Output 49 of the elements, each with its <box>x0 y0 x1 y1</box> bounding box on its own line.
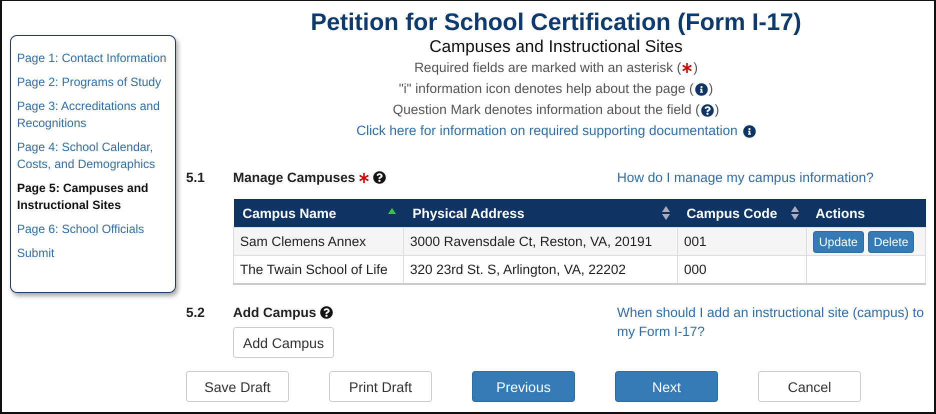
documentation-link[interactable]: Click here for information on required supporting documentation <box>356 122 738 140</box>
section-label: Add Campus <box>233 305 316 320</box>
note-text: ) <box>714 101 720 119</box>
sidebar-item[interactable]: Page 3: Accreditations and Recognitions <box>17 98 169 132</box>
info-icon[interactable] <box>742 124 756 138</box>
sort-icon[interactable] <box>790 206 798 220</box>
table-cell: The Twain School of Life <box>234 256 404 284</box>
section-label: Manage Campuses <box>233 170 356 185</box>
note-text: ) <box>708 80 714 98</box>
sort-icon[interactable] <box>662 206 670 220</box>
sort-ascending-icon[interactable] <box>388 208 396 214</box>
column-header[interactable]: Campus Name <box>234 199 404 228</box>
add-campus-button[interactable]: Add Campus <box>233 327 334 358</box>
update-button[interactable]: Update <box>813 230 864 252</box>
table-cell: Sam Clemens Annex <box>234 228 404 256</box>
help-link[interactable]: How do I manage my campus information? <box>617 168 926 187</box>
column-header[interactable]: Actions <box>806 199 926 228</box>
table-cell: 320 23rd St. S, Arlington, VA, 22202 <box>404 256 678 284</box>
note-text: "i" information icon denotes help about the page ( <box>398 80 694 98</box>
form-button[interactable]: Next <box>615 371 718 402</box>
sidebar-item[interactable]: Page 5: Campuses and Instructional Sites <box>17 180 169 214</box>
page-subtitle: Campuses and Instructional Sites <box>428 37 684 57</box>
form-button[interactable]: Save Draft <box>186 371 289 402</box>
form-button[interactable]: Previous <box>472 371 575 402</box>
sidebar-item[interactable]: Page 1: Contact Information <box>17 50 169 67</box>
form-button[interactable]: Cancel <box>758 371 861 402</box>
question-icon[interactable] <box>320 306 334 319</box>
page-title: Petition for School Certification (Form I-17) <box>310 9 802 37</box>
question-icon <box>700 104 714 116</box>
section-number: 5.2 <box>186 304 206 322</box>
table-cell: 000 <box>678 256 806 284</box>
sidebar-item[interactable]: Page 2: Programs of Study <box>17 74 169 91</box>
note-text: Required fields are marked with an asterisk ( <box>414 59 682 77</box>
table-cell: 001 <box>678 228 806 256</box>
column-header[interactable]: Physical Address <box>404 199 678 228</box>
sidebar-item[interactable]: Page 6: School Officials <box>17 221 169 238</box>
delete-button[interactable]: Delete <box>868 230 914 252</box>
form-button[interactable]: Print Draft <box>329 371 432 402</box>
note-text: Question Mark denotes information about the field ( <box>392 101 700 119</box>
help-link[interactable]: When should I add an instructional site (campus) to my Form I-17? <box>617 303 926 341</box>
question-icon[interactable] <box>373 171 386 184</box>
asterisk-icon <box>682 63 692 73</box>
note-text: ) <box>693 59 698 77</box>
sidebar-item[interactable]: Page 4: School Calendar, Costs, and Demographics <box>17 139 169 173</box>
column-header[interactable]: Campus Code <box>678 199 806 228</box>
sidebar-item[interactable]: Submit <box>17 245 169 262</box>
table-cell: 3000 Ravensdale Ct, Reston, VA, 20191 <box>404 228 678 256</box>
section-number: 5.1 <box>186 169 206 187</box>
info-icon <box>694 82 708 96</box>
